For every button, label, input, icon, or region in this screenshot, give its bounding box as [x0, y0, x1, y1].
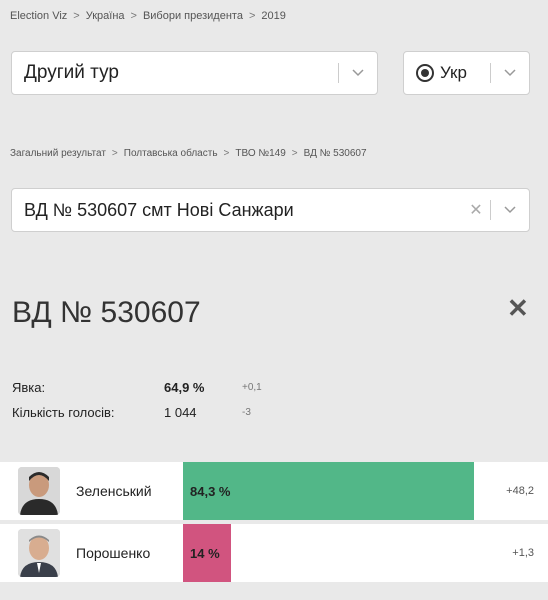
breadcrumb-link-country[interactable]: Україна: [86, 10, 125, 22]
round-select[interactable]: Другий тур: [11, 51, 378, 95]
breadcrumb-link-election-viz[interactable]: Election Viz: [10, 10, 67, 22]
station-select-value: ВД № 530607 смт Нові Санжари: [24, 199, 294, 220]
globe-icon: [416, 64, 434, 82]
chevron-down-icon[interactable]: [491, 69, 529, 77]
breadcrumb-link-election[interactable]: Вибори президента: [143, 10, 243, 22]
candidate-delta: +1,3: [512, 547, 534, 559]
breadcrumb-separator: >: [248, 10, 256, 22]
breadcrumb-link-oblast[interactable]: Полтавська область: [124, 148, 218, 159]
breadcrumb-link-district[interactable]: ТВО №149: [235, 148, 285, 159]
breadcrumb-separator: >: [111, 148, 118, 159]
turnout-value: 64,9 %: [164, 380, 205, 395]
votes-row: Кількість голосів: 1 044 -3: [12, 405, 251, 420]
round-select-value: Другий тур: [24, 62, 119, 83]
candidate-name: Зеленський: [76, 483, 152, 499]
candidate-percent: 14 %: [190, 545, 220, 561]
close-icon[interactable]: ✕: [507, 293, 529, 324]
turnout-row: Явка: 64,9 % +0,1: [12, 380, 262, 395]
breadcrumb-top: Election Viz > Україна > Вибори президента >2…: [10, 10, 286, 22]
candidate-name: Порошенко: [76, 545, 151, 561]
turnout-delta: +0,1: [242, 382, 262, 393]
candidate-row[interactable]: Порошенко 14 % +1,3: [0, 524, 548, 582]
votes-label: Кількість голосів:: [12, 405, 115, 420]
breadcrumb-separator: >: [130, 10, 137, 22]
breadcrumb-region: Загальний результат > Полтавська область > Т…: [10, 148, 367, 159]
chevron-down-icon[interactable]: [339, 69, 377, 77]
breadcrumb-separator: >: [73, 10, 80, 22]
chevron-down-icon[interactable]: [491, 206, 529, 214]
candidate-percent: 84,3 %: [190, 483, 231, 499]
breadcrumb-separator: >: [291, 148, 298, 159]
avatar: [18, 467, 60, 515]
avatar: [18, 529, 60, 577]
clear-icon[interactable]: ✕: [462, 200, 490, 220]
breadcrumb-separator: >: [223, 148, 230, 159]
votes-value: 1 044: [164, 405, 197, 420]
breadcrumb-link-overall[interactable]: Загальний результат: [10, 148, 106, 159]
station-select[interactable]: ВД № 530607 смт Нові Санжари ✕: [11, 188, 530, 232]
language-select-value: Укр: [404, 63, 490, 83]
turnout-label: Явка:: [12, 380, 46, 395]
candidate-row[interactable]: Зеленський 84,3 % +48,2: [0, 462, 548, 520]
candidate-delta: +48,2: [506, 485, 534, 497]
breadcrumb-link-year[interactable]: 2019: [261, 10, 285, 22]
votes-delta: -3: [242, 407, 251, 418]
page-title: ВД № 530607: [12, 296, 201, 329]
language-select[interactable]: Укр: [403, 51, 530, 95]
language-label: Укр: [440, 63, 467, 82]
breadcrumb-link-station[interactable]: ВД № 530607: [304, 148, 367, 159]
